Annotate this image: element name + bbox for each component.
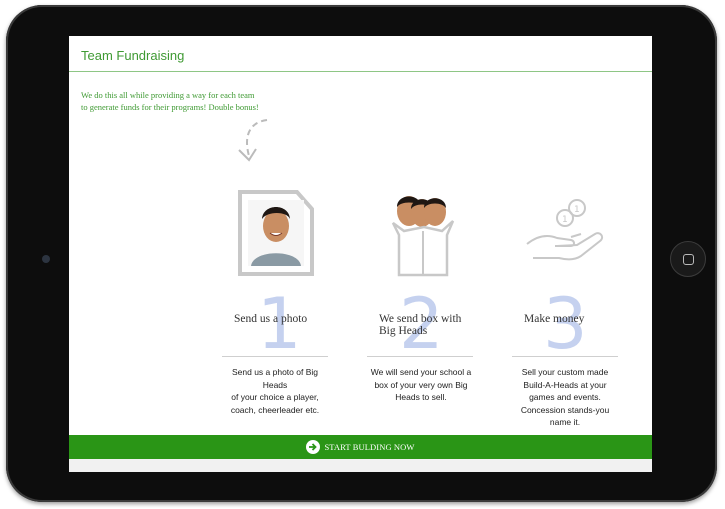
step-title: Make money xyxy=(524,313,585,325)
page-title: Team Fundraising xyxy=(81,48,185,63)
start-building-label: START BULDING NOW xyxy=(324,442,415,452)
intro-text: We do this all while providing a way for… xyxy=(81,89,281,113)
step-description: Send us a photo of Big Heads of your cho… xyxy=(230,367,320,415)
dashed-arrow-icon xyxy=(238,119,268,162)
intro-line: We do this all while providing a way for… xyxy=(81,90,255,100)
home-button[interactable] xyxy=(670,241,706,277)
step-divider xyxy=(367,356,473,357)
photo-icon xyxy=(238,190,314,276)
money-hand-icon: 1 1 xyxy=(526,199,604,261)
screen: Team Fundraising We do this all while pr… xyxy=(69,36,652,472)
camera-icon xyxy=(42,255,50,263)
step-divider xyxy=(222,356,328,357)
svg-text:1: 1 xyxy=(574,205,580,215)
box-icon xyxy=(391,196,455,277)
step-title: We send box with Big Heads xyxy=(379,313,462,337)
intro-line: to generate funds for their programs! Do… xyxy=(81,102,259,112)
step-description: Sell your custom made Build-A-Heads at y… xyxy=(520,367,610,427)
header-divider xyxy=(69,71,652,72)
arrow-right-circle-icon xyxy=(306,440,321,454)
svg-text:1: 1 xyxy=(562,215,568,225)
step-description: We will send your school a box of your v… xyxy=(370,367,472,402)
home-square-icon xyxy=(683,254,694,265)
step-divider xyxy=(512,356,618,357)
start-building-button[interactable]: START BULDING NOW xyxy=(69,435,652,459)
footer-strip xyxy=(69,459,652,472)
step-title: Send us a photo xyxy=(234,313,308,325)
